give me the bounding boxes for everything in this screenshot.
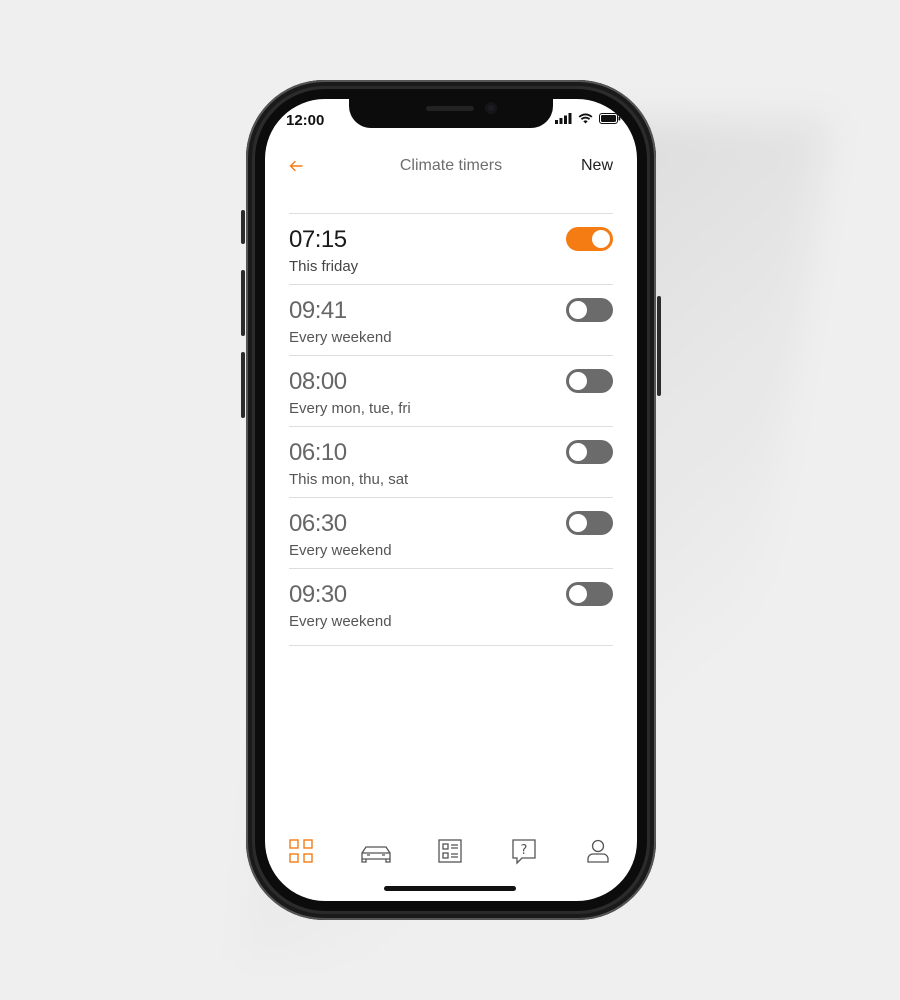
power-button	[657, 296, 661, 396]
signal-icon	[555, 113, 572, 124]
timer-row[interactable]: 09:41 Every weekend	[289, 285, 613, 356]
grid-icon	[289, 839, 313, 863]
help-icon: ?	[512, 839, 536, 865]
timer-time: 09:30	[289, 581, 347, 608]
bottom-tab-bar: ?	[265, 837, 637, 867]
toggle-knob	[569, 514, 587, 532]
timer-time: 06:10	[289, 439, 347, 466]
camera	[485, 102, 497, 114]
toggle-knob	[569, 301, 587, 319]
timer-toggle[interactable]	[566, 227, 613, 251]
volume-up-button	[241, 270, 245, 336]
wifi-icon	[578, 113, 593, 124]
timer-toggle[interactable]	[566, 440, 613, 464]
timer-toggle[interactable]	[566, 298, 613, 322]
phone-screen: 12:00 Climate timers New 07:15 This frid…	[265, 99, 637, 901]
timer-row[interactable]: 06:30 Every weekend	[289, 498, 613, 569]
toggle-knob	[569, 443, 587, 461]
battery-icon	[599, 113, 621, 124]
timer-row[interactable]: 08:00 Every mon, tue, fri	[289, 356, 613, 427]
timer-schedule: This friday	[289, 258, 359, 275]
new-timer-button[interactable]: New	[581, 157, 613, 175]
page-title: Climate timers	[399, 157, 503, 174]
timer-row[interactable]: 07:15 This friday	[289, 214, 613, 285]
speaker	[426, 106, 474, 111]
timer-time: 06:30	[289, 510, 347, 537]
toggle-knob	[569, 585, 587, 603]
timer-time: 08:00	[289, 368, 347, 395]
timer-time: 07:15	[289, 226, 347, 253]
timer-schedule: Every weekend	[289, 329, 392, 346]
phone-frame: 12:00 Climate timers New 07:15 This frid…	[241, 80, 661, 920]
status-time: 12:00	[286, 112, 325, 129]
volume-down-button	[241, 352, 245, 418]
timer-toggle[interactable]	[566, 369, 613, 393]
home-indicator[interactable]	[384, 886, 516, 891]
toggle-knob	[569, 372, 587, 390]
toggle-knob	[592, 230, 610, 248]
timer-time: 09:41	[289, 297, 347, 324]
status-icons	[555, 113, 621, 124]
notch	[349, 99, 553, 128]
car-icon	[361, 846, 391, 863]
timer-schedule: Every weekend	[289, 613, 392, 630]
timer-schedule: Every weekend	[289, 542, 392, 559]
tab-documents[interactable]	[436, 837, 464, 865]
timer-schedule: Every mon, tue, fri	[289, 400, 411, 417]
mute-switch	[241, 210, 245, 244]
tab-help[interactable]: ?	[510, 837, 538, 865]
timer-schedule: This mon, thu, sat	[289, 471, 409, 488]
timer-toggle[interactable]	[566, 582, 613, 606]
user-icon	[587, 839, 609, 863]
tab-profile[interactable]	[584, 837, 612, 865]
timer-list: 07:15 This friday 09:41 Every weekend 08…	[289, 213, 613, 646]
svg-text:?: ?	[521, 843, 528, 858]
timer-toggle[interactable]	[566, 511, 613, 535]
list-icon	[438, 839, 462, 863]
tab-dashboard[interactable]	[287, 837, 315, 865]
timer-row[interactable]: 06:10 This mon, thu, sat	[289, 427, 613, 498]
header: Climate timers New	[289, 155, 613, 179]
timer-row[interactable]: 09:30 Every weekend	[289, 569, 613, 646]
tab-car[interactable]	[359, 837, 393, 865]
